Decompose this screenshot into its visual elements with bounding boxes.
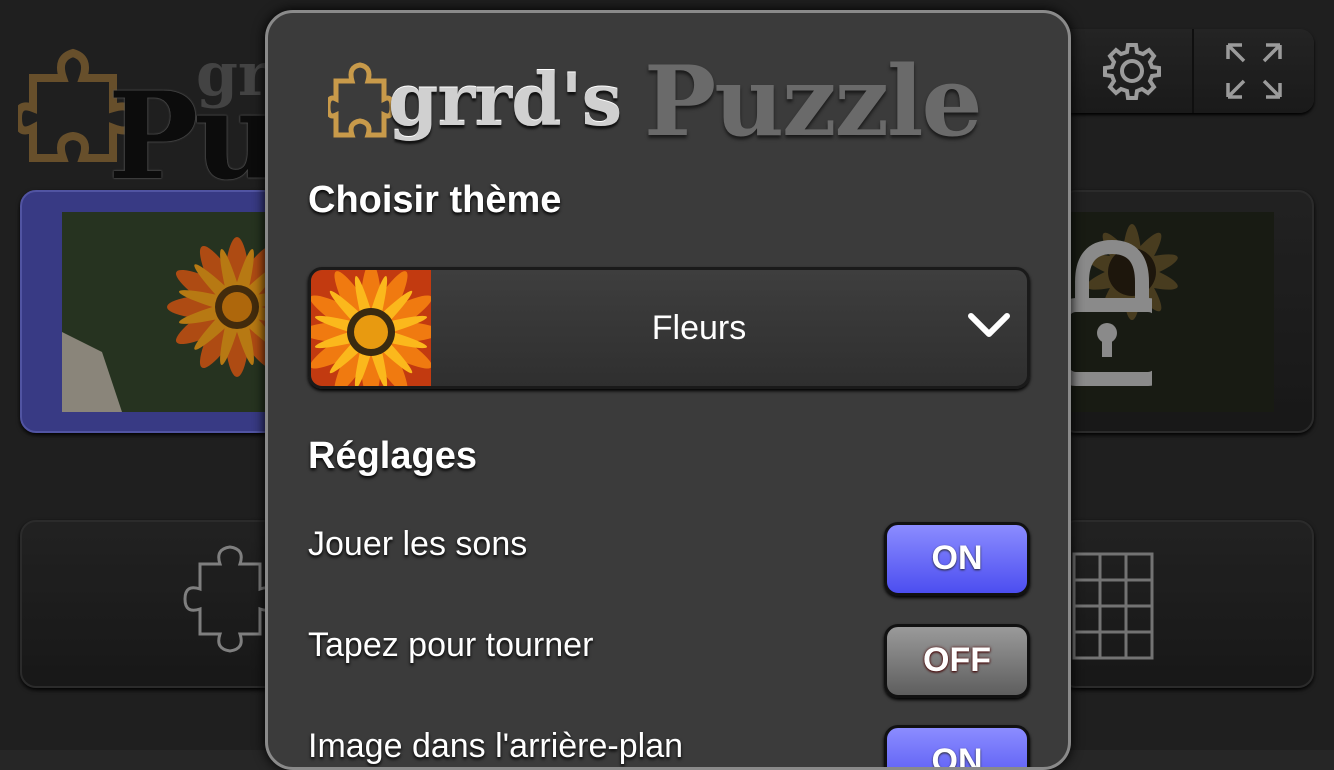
dialog-logo-big-text: Puzzle: [644, 45, 983, 158]
theme-select-thumbnail: [311, 270, 441, 386]
top-toolbar: [1070, 29, 1314, 113]
theme-heading: Choisir thème: [308, 179, 562, 221]
lock-icon: [1062, 239, 1152, 386]
chevron-down-icon: [968, 313, 1010, 337]
setting-label-background-image: Image dans l'arrière-plan: [308, 727, 684, 765]
dialog-logo: grrd's Puzzle: [328, 41, 1028, 161]
flower-thumbnail: [62, 212, 282, 412]
piece-count-card-small[interactable]: [20, 520, 280, 688]
setting-label-tap-rotate: Tapez pour tourner: [308, 626, 594, 664]
dialog-logo-small-text: grrd's: [388, 57, 622, 142]
theme-select-value: Fleurs: [651, 309, 747, 347]
gear-icon: [1103, 43, 1161, 100]
theme-card-fleurs[interactable]: [20, 190, 282, 433]
theme-select[interactable]: Fleurs: [308, 267, 1030, 389]
settings-button[interactable]: [1072, 29, 1192, 113]
settings-dialog: grrd's Puzzle Choisir thème Fleurs Régla…: [265, 10, 1071, 770]
toggle-sounds[interactable]: ON: [884, 522, 1030, 596]
theme-card-locked[interactable]: [1060, 190, 1314, 433]
puzzle-piece-logo-icon: [328, 62, 392, 138]
setting-label-sounds: Jouer les sons: [308, 525, 528, 563]
toggle-tap-rotate[interactable]: OFF: [884, 624, 1030, 698]
fullscreen-button[interactable]: [1192, 29, 1314, 113]
piece-count-card-large[interactable]: [1060, 520, 1314, 688]
settings-heading: Réglages: [308, 435, 477, 477]
app-logo: grrd's Puzzle: [18, 18, 524, 207]
puzzle-pieces-icon: [1072, 552, 1154, 660]
fullscreen-icon: [1226, 43, 1282, 99]
toggle-background-image[interactable]: ON: [884, 725, 1030, 767]
